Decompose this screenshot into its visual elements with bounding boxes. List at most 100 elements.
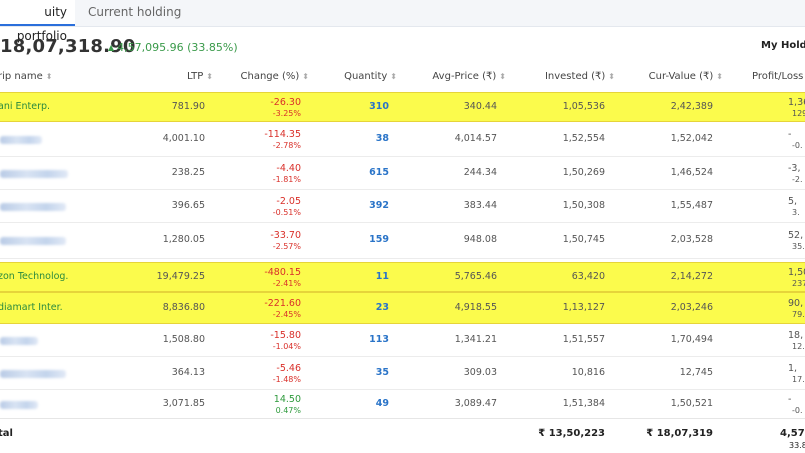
header-avg-price[interactable]: Avg-Price (₹) ⬍ [432,62,506,92]
invested-value: 1,51,384 [562,398,605,409]
avg-price-value: 4,918.55 [454,302,497,313]
change-percent: -2.57% [272,242,301,251]
invested-value: 10,816 [571,367,605,378]
ltp-value: 8,836.80 [162,302,205,313]
header-ltp[interactable]: LTP ⬍ [187,62,213,92]
my-holdings-button[interactable]: My Holdi [761,40,805,54]
header-quantity[interactable]: Quantity ⬍ [344,62,397,92]
cur-value: 2,03,246 [670,302,713,313]
profit-loss-percent: 3. [792,208,800,217]
footer-invested-total: ₹ 13,50,223 [538,428,605,439]
table-row[interactable]: 1,508.80 -15.80 -1.04% 113 1,341.21 1,51,557 1… [0,323,805,357]
invested-value: 1,51,557 [562,334,605,345]
table-header: rip name ⬍ LTP ⬍ Change (%) ⬍ Quantity ⬍ Avg… [0,62,805,93]
profit-loss-percent: 79. [792,310,805,319]
footer-cur-value-total: ₹ 18,07,319 [646,428,713,439]
quantity-value: 615 [369,167,389,178]
sort-arrows-icon: ⬍ [206,72,213,81]
profit-loss-percent: 12. [792,342,805,351]
cur-value: 1,46,524 [670,167,713,178]
table-row[interactable]: 1,280.05 -33.70 -2.57% 159 948.08 1,50,745 2,0… [0,222,805,259]
header-profit-loss[interactable]: Profit/Loss ( [752,62,805,92]
redacted-scrip-name [0,337,38,345]
portfolio-summary: 18,07,318.90 ▲ 4,57,095.96 (33.85%) My Ho… [0,36,805,58]
total-change: ▲ 4,57,095.96 (33.85%) [108,41,238,54]
header-cur-value[interactable]: Cur-Value (₹) ⬍ [649,62,723,92]
table-row[interactable]: 3,071.85 14.50 0.47% 49 3,089.47 1,51,384 1,50… [0,389,805,419]
sort-arrows-icon: ⬍ [608,72,615,81]
quantity-value: 392 [369,200,389,211]
cur-value: 2,03,528 [670,234,713,245]
ltp-value: 238.25 [171,167,205,178]
table-row[interactable]: 4,001.10 -114.35 -2.78% 38 4,014.57 1,52,554 1… [0,122,805,157]
profit-loss-value: 52, [788,230,804,241]
scrip-name: zon Technolog. [0,271,69,282]
change-value: -33.70 [270,230,301,241]
sort-arrows-icon: ⬍ [499,72,506,81]
change-value: -114.35 [264,129,301,140]
profit-loss-value: 5, [788,196,798,207]
avg-price-value: 340.44 [463,101,497,112]
tab-equity-portfolio[interactable]: uity portfolio [0,0,75,43]
cur-value: 2,14,272 [670,271,713,282]
change-value: -2.05 [276,196,301,207]
redacted-scrip-name [0,237,66,245]
ltp-value: 364.13 [171,367,205,378]
header-invested[interactable]: Invested (₹) ⬍ [545,62,615,92]
change-percent: -1.04% [272,342,301,351]
change-percent: -1.48% [272,375,301,384]
profit-loss-value: 1,36, [788,97,805,108]
avg-price-value: 948.08 [463,234,497,245]
profit-loss-percent: 17. [792,375,805,384]
change-percent: -0.51% [272,208,301,217]
change-percent: -3.25% [272,109,301,118]
profit-loss-percent: 129. [792,109,805,118]
quantity-value: 49 [375,398,389,409]
quantity-value: 113 [369,334,389,345]
invested-value: 1,13,127 [562,302,605,313]
table-row[interactable]: diamart Inter. 8,836.80 -221.60 -2.45% 23 4,9… [0,292,805,324]
header-scrip-name[interactable]: rip name ⬍ [0,62,52,92]
profit-loss-percent: 237. [792,279,805,288]
profit-loss-value: 1, [788,363,798,374]
change-value: -26.30 [270,97,301,108]
change-percent: 0.47% [275,406,301,415]
profit-loss-percent: -0. [792,141,803,150]
table-row[interactable]: 364.13 -5.46 -1.48% 35 309.03 10,816 12,745 1, 1… [0,356,805,390]
change-value: -480.15 [264,267,301,278]
change-value: -4.40 [276,163,301,174]
portfolio-tabs: uity portfolio Current holding [0,0,805,43]
avg-price-value: 383.44 [463,200,497,211]
quantity-value: 38 [375,133,389,144]
avg-price-value: 3,089.47 [454,398,497,409]
quantity-value: 35 [375,367,389,378]
redacted-scrip-name [0,203,66,211]
sort-arrows-icon: ⬍ [302,72,309,81]
quantity-value: 159 [369,234,389,245]
cur-value: 1,70,494 [670,334,713,345]
table-row[interactable]: zon Technolog. 19,479.25 -480.15 -2.41% 11 5,… [0,262,805,292]
redacted-scrip-name [0,170,68,178]
redacted-scrip-name [0,401,38,409]
cur-value: 1,50,521 [670,398,713,409]
profit-loss-value: 1,50, [788,267,805,278]
change-percent: -2.45% [272,310,301,319]
scrip-name: diamart Inter. [0,302,63,313]
tab-current-holding[interactable]: Current holding [88,0,181,26]
cur-value: 2,42,389 [670,101,713,112]
invested-value: 1,05,536 [562,101,605,112]
ltp-value: 1,508.80 [162,334,205,345]
invested-value: 1,52,554 [562,133,605,144]
table-row[interactable]: 396.65 -2.05 -0.51% 392 383.44 1,50,308 1,55,4… [0,189,805,223]
profit-loss-value: 18, [788,330,804,341]
table-row[interactable]: ani Enterp. 781.90 -26.30 -3.25% 310 340.44 1,… [0,92,805,122]
table-footer-total: tal ₹ 13,50,223 ₹ 18,07,319 4,57,0 33.8 [0,418,805,453]
footer-profit-loss-percent: 33.8 [789,441,805,450]
cur-value: 1,55,487 [670,200,713,211]
table-row[interactable]: 238.25 -4.40 -1.81% 615 244.34 1,50,269 1,46,5… [0,156,805,190]
avg-price-value: 5,765.46 [454,271,497,282]
header-change[interactable]: Change (%) ⬍ [241,62,309,92]
profit-loss-percent: -0. [792,406,803,415]
change-value: 14.50 [273,394,301,405]
change-percent: -2.78% [272,141,301,150]
